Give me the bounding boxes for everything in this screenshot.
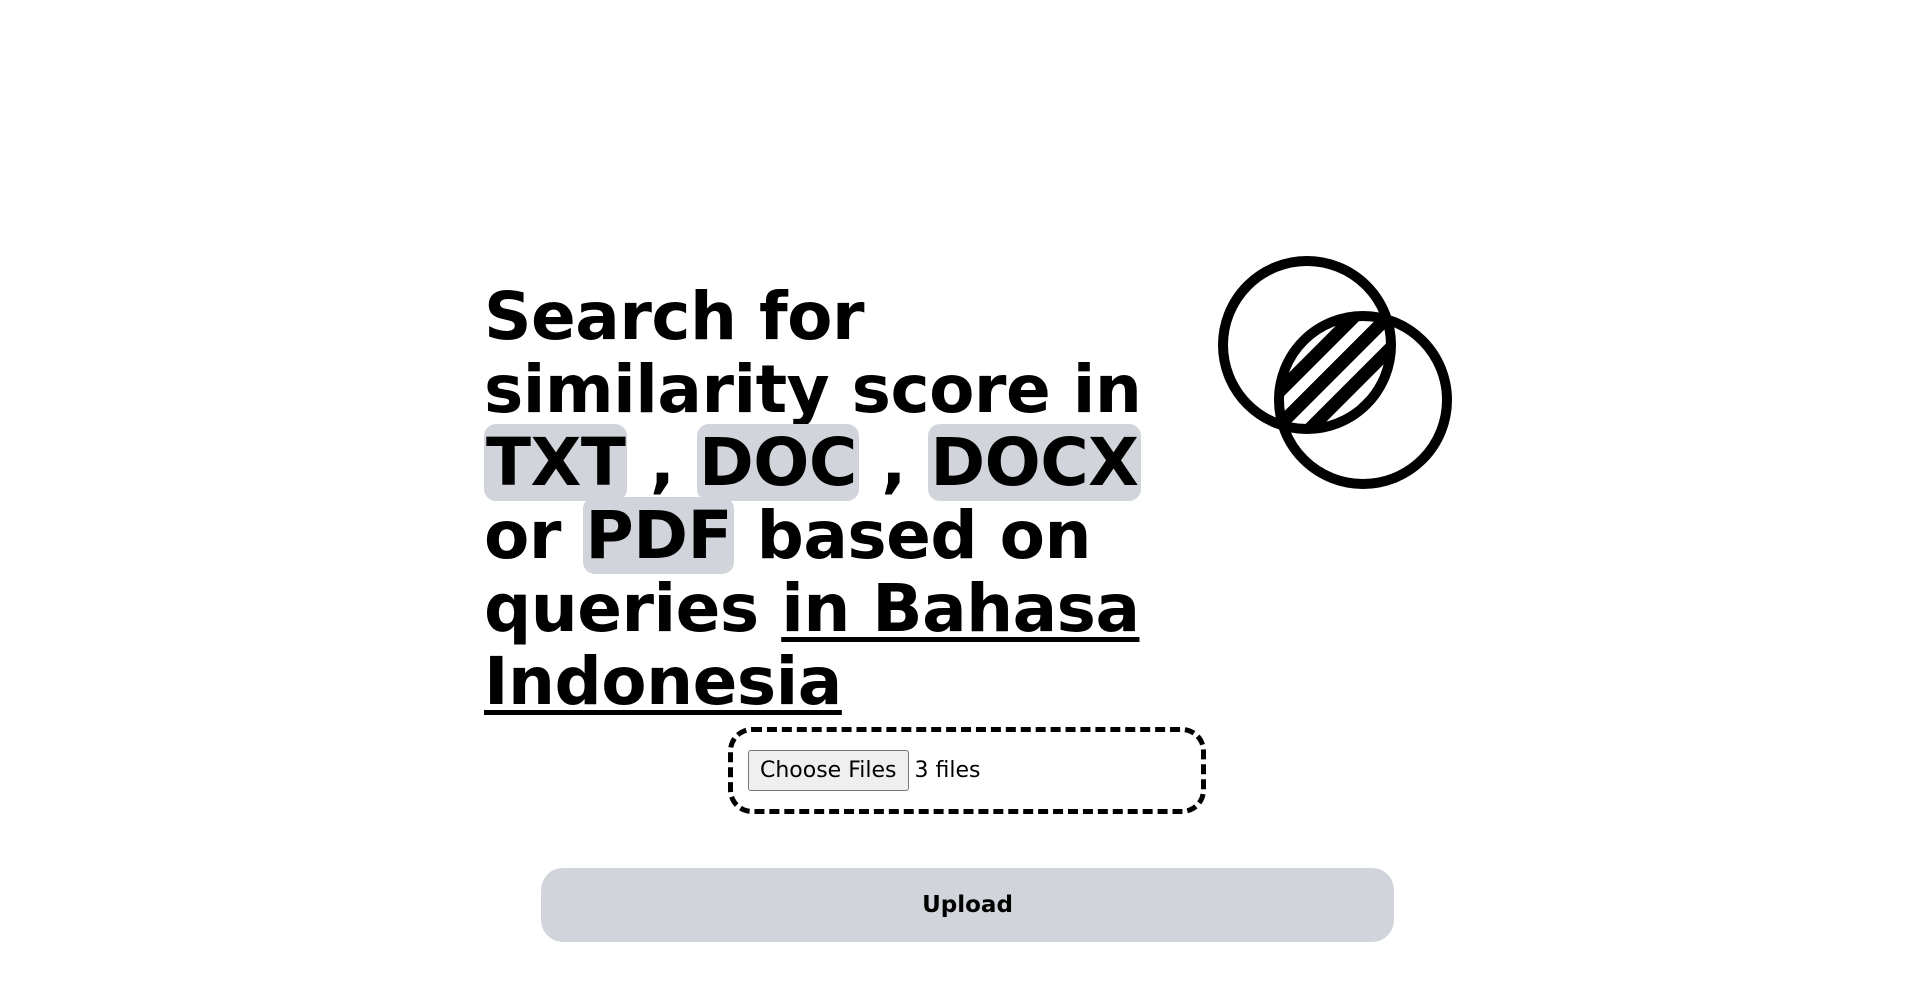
separator: or (484, 497, 584, 574)
file-dropzone[interactable]: Choose Files 3 files (728, 727, 1206, 814)
format-chip-doc: DOC (696, 424, 859, 501)
separator: , (627, 424, 697, 501)
upload-button[interactable]: Upload (541, 868, 1394, 942)
format-chip-pdf: PDF (583, 497, 735, 574)
hero: Search for similarity score in TXT , DOC… (484, 280, 1184, 718)
page: Search for similarity score in TXT , DOC… (0, 0, 1919, 991)
format-chip-docx: DOCX (928, 424, 1141, 501)
file-count-label: 3 files (914, 758, 981, 783)
format-chip-txt: TXT (484, 424, 628, 501)
separator: , (858, 424, 929, 501)
venn-diagram-icon (1218, 256, 1452, 489)
page-title: Search for similarity score in TXT , DOC… (484, 280, 1184, 718)
headline-text: Search for similarity score in (484, 278, 1142, 428)
choose-files-button[interactable]: Choose Files (748, 750, 909, 791)
